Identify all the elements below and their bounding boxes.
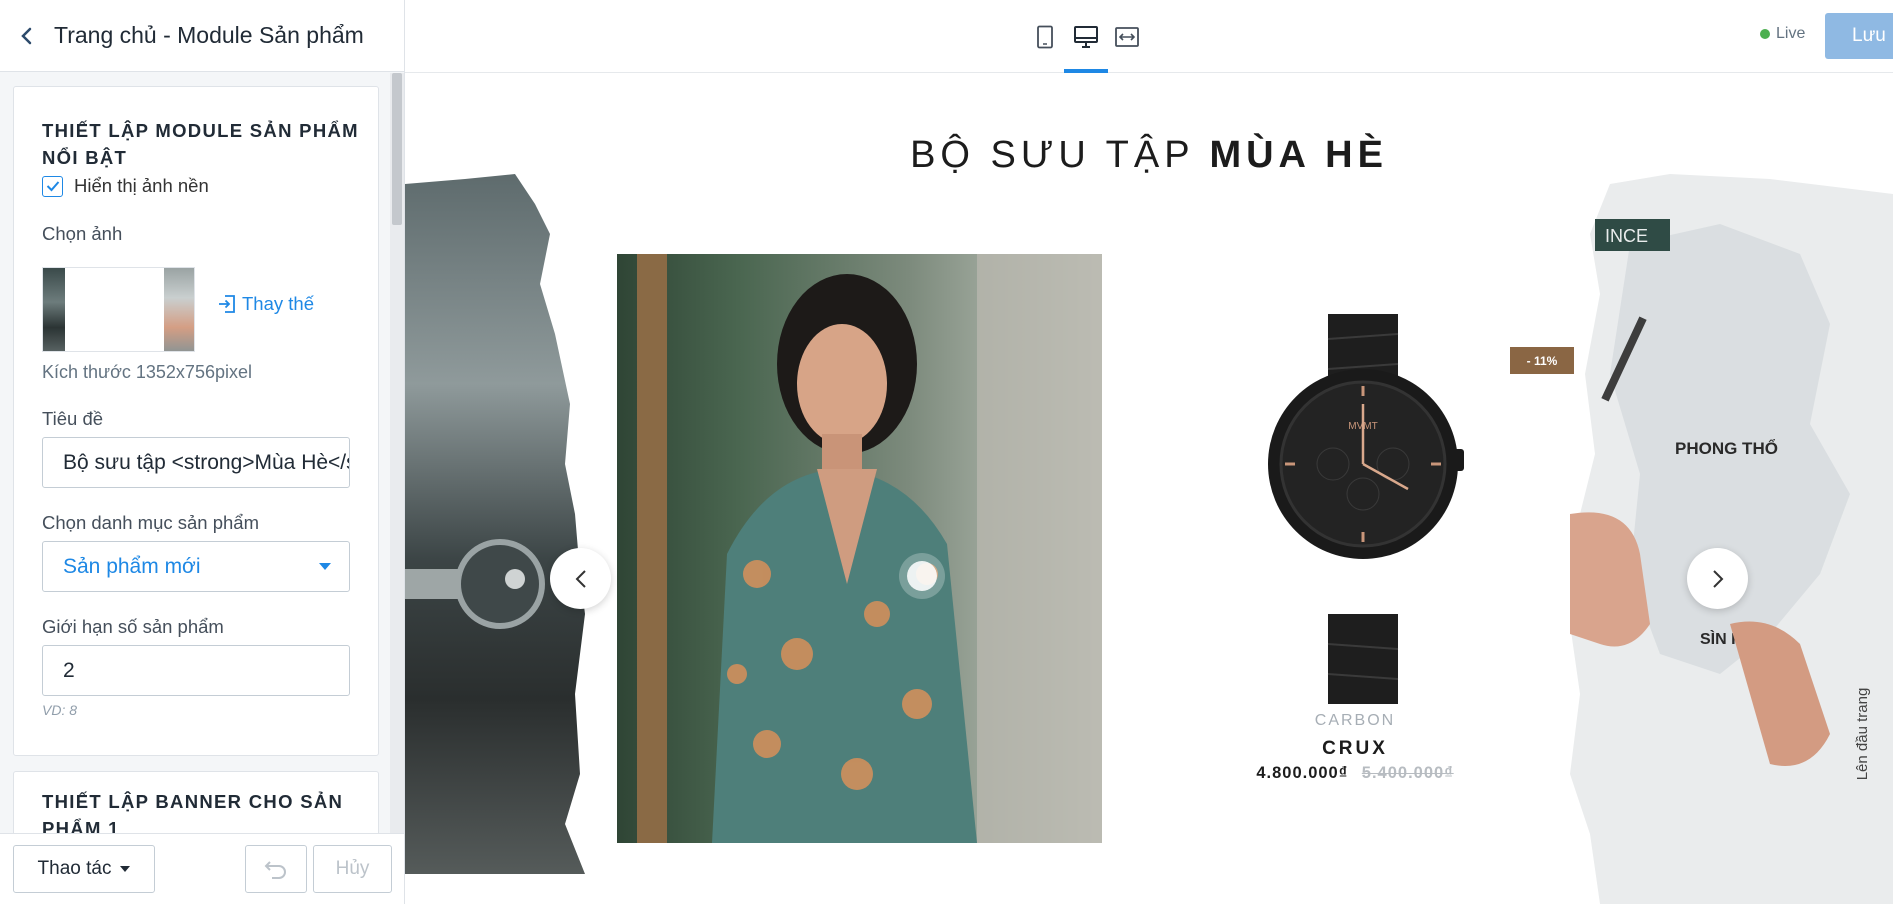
scrollbar-thumb[interactable] xyxy=(392,73,402,225)
banner-settings-card: THIẾT LẬP BANNER CHO SẢN PHẨM 1 xyxy=(13,771,379,833)
chevron-right-icon xyxy=(1712,569,1723,588)
module-settings-card: THIẾT LẬP MODULE SẢN PHẨM NỔI BẬT Hiển t… xyxy=(13,86,379,756)
fullwidth-icon xyxy=(1115,27,1139,47)
sidebar-header: Trang chủ - Module Sản phẩm xyxy=(0,0,404,72)
section-title: BỘ SƯU TẬP MÙA HÈ xyxy=(405,134,1893,177)
choose-image-label: Chọn ảnh xyxy=(42,223,123,244)
preview-toolbar: Live Lưu xyxy=(405,0,1893,73)
checkmark-icon xyxy=(46,181,59,192)
caret-down-icon xyxy=(319,563,331,570)
chevron-left-icon xyxy=(21,27,32,44)
live-label: Live xyxy=(1776,25,1806,42)
slider-drag-handle[interactable] xyxy=(907,561,937,591)
product-image-watch: MVMT xyxy=(1268,314,1464,704)
product-current-price: 4.800.000₫ xyxy=(1256,764,1349,782)
back-to-top-link[interactable]: Lên đầu trang xyxy=(1762,688,1893,781)
mobile-view-button[interactable] xyxy=(1028,22,1062,52)
live-dot-icon xyxy=(1760,29,1770,39)
image-thumbnail[interactable] xyxy=(42,267,195,352)
storefront-preview: BỘ SƯU TẬP MÙA HÈ INCE PHONG THỔ SÌN HỒ … xyxy=(405,74,1893,904)
show-background-toggle[interactable]: Hiển thị ảnh nền xyxy=(42,175,209,197)
section-title-light: BỘ SƯU TẬP xyxy=(910,134,1194,176)
product-old-price: 5.400.000₫ xyxy=(1361,764,1454,782)
mobile-icon xyxy=(1037,25,1053,49)
carousel-prev-button[interactable] xyxy=(550,548,611,609)
save-label: Lưu xyxy=(1852,25,1886,46)
discount-badge: - 11% xyxy=(1510,347,1574,374)
limit-hint: VD: 8 xyxy=(42,702,78,718)
limit-label: Giới hạn số sản phẩm xyxy=(42,616,224,637)
fullwidth-view-button[interactable] xyxy=(1110,22,1144,52)
settings-sidebar: Trang chủ - Module Sản phẩm THIẾT LẬP MO… xyxy=(0,0,405,904)
show-background-label: Hiển thị ảnh nền xyxy=(74,175,209,196)
model-photo-illustration xyxy=(617,254,1102,843)
product-name[interactable]: CRUX xyxy=(1205,738,1505,760)
category-select-value: Sản phẩm mới xyxy=(63,554,201,578)
carousel-next-button[interactable] xyxy=(1687,548,1748,609)
undo-icon xyxy=(264,861,286,879)
lifestyle-photo xyxy=(617,254,1102,843)
undo-button[interactable] xyxy=(245,845,307,893)
card-title: THIẾT LẬP BANNER CHO SẢN PHẨM 1 xyxy=(42,791,344,833)
map-corner-label: INCE xyxy=(1605,226,1648,246)
image-size-hint: Kích thước 1352x756pixel xyxy=(42,362,252,382)
desktop-icon xyxy=(1074,26,1098,48)
card-title: THIẾT LẬP MODULE SẢN PHẨM NỔI BẬT xyxy=(42,120,359,168)
caret-down-icon xyxy=(120,866,131,872)
replace-icon xyxy=(219,295,235,313)
title-input[interactable]: Bộ sưu tập <strong>Mùa Hè</strong> xyxy=(42,437,350,488)
background-torn-image-left xyxy=(405,174,585,874)
live-status: Live xyxy=(1760,25,1805,43)
save-button[interactable]: Lưu xyxy=(1825,13,1893,59)
chevron-left-icon xyxy=(575,569,586,588)
show-background-checkbox[interactable] xyxy=(42,175,63,197)
category-select[interactable]: Sản phẩm mới xyxy=(42,541,350,592)
actions-dropdown-button[interactable]: Thao tác xyxy=(13,845,155,893)
replace-image-button[interactable]: Thay thế xyxy=(217,293,314,315)
actions-label: Thao tác xyxy=(37,858,112,879)
desktop-view-button[interactable] xyxy=(1069,22,1103,52)
sidebar-scroll-area: THIẾT LẬP MODULE SẢN PHẨM NỔI BẬT Hiển t… xyxy=(0,73,404,833)
title-label: Tiêu đề xyxy=(42,408,104,429)
product-brand: CARBON xyxy=(1314,712,1396,729)
limit-input[interactable]: 2 xyxy=(42,645,350,696)
sidebar-scrollbar[interactable] xyxy=(390,73,404,833)
category-label: Chọn danh mục sản phẩm xyxy=(42,512,259,533)
section-title-bold: MÙA HÈ xyxy=(1209,134,1388,176)
sidebar-title: Trang chủ - Module Sản phẩm xyxy=(54,22,364,48)
back-button[interactable] xyxy=(0,0,54,72)
replace-label: Thay thế xyxy=(242,293,314,314)
background-torn-map-right: INCE PHONG THỔ SÌN HỒ xyxy=(1570,174,1893,904)
sidebar-footer: Thao tác Hủy xyxy=(0,833,404,904)
product-price: 4.800.000₫ 5.400.000₫ xyxy=(1205,764,1505,783)
active-device-indicator xyxy=(1064,69,1108,73)
cancel-label: Hủy xyxy=(335,858,370,879)
cancel-button[interactable]: Hủy xyxy=(313,845,392,893)
map-label-place1: PHONG THỔ xyxy=(1675,439,1778,458)
